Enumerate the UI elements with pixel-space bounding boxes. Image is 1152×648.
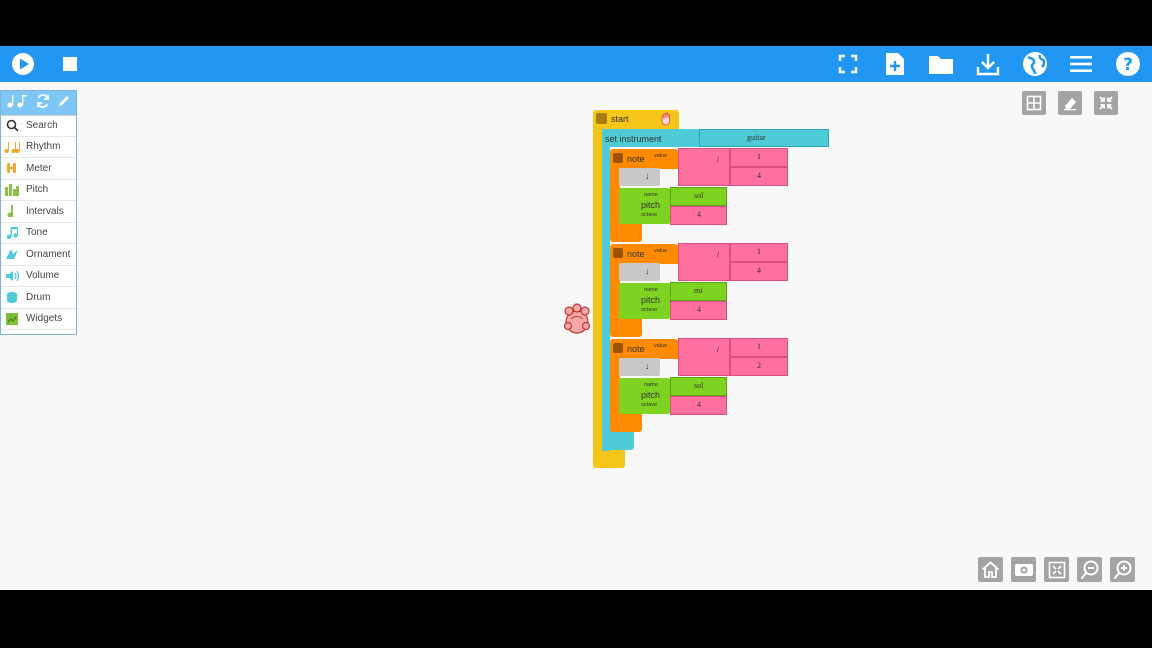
hidden-block[interactable] [619, 168, 660, 186]
play-icon[interactable] [8, 50, 38, 78]
divide-sign: / [717, 347, 719, 354]
divide-block[interactable] [678, 243, 730, 281]
name-label: name [644, 192, 658, 198]
main-toolbar: ? [0, 46, 1152, 82]
globe-icon[interactable] [1020, 50, 1050, 78]
pitch-label: pitch [641, 295, 661, 305]
octave-value: 4 [697, 400, 701, 409]
octave-value: 4 [697, 210, 701, 219]
octave-label: octave [641, 212, 658, 218]
value-label: value [654, 153, 668, 159]
denominator-value: 2 [757, 361, 761, 370]
set-instrument-label: set instrument [605, 134, 662, 144]
arrow-down-icon: ↓ [645, 361, 650, 371]
show-blocks-icon[interactable] [1011, 557, 1036, 582]
drag-handle-icon[interactable] [613, 153, 623, 163]
divide-block[interactable] [678, 338, 730, 376]
name-label: name [644, 287, 658, 293]
value-label: value [654, 343, 668, 349]
octave-label: octave [641, 307, 658, 313]
hidden-block[interactable] [619, 358, 660, 376]
zoom-in-icon[interactable] [1110, 557, 1135, 582]
note-label: note [627, 249, 645, 259]
divide-block[interactable] [678, 148, 730, 186]
start-label: start [611, 114, 629, 124]
numerator-value: 1 [757, 152, 761, 161]
name-label: name [644, 382, 658, 388]
octave-value: 4 [697, 305, 701, 314]
menu-icon[interactable] [1066, 50, 1096, 78]
divide-sign: / [717, 252, 719, 259]
pitch-name-value: mi [694, 286, 703, 295]
numerator-value: 1 [757, 342, 761, 351]
stop-icon[interactable] [55, 50, 85, 78]
note-label: note [627, 344, 645, 354]
drag-handle-icon[interactable] [596, 113, 607, 124]
collapse-blocks-icon[interactable] [1044, 557, 1069, 582]
denominator-value: 4 [757, 266, 761, 275]
denominator-value: 4 [757, 171, 761, 180]
drag-handle-icon[interactable] [613, 343, 623, 353]
home-icon[interactable] [978, 557, 1003, 582]
pitch-name-value: sol [694, 191, 704, 200]
open-folder-icon[interactable] [926, 50, 956, 78]
pitch-name-value: sol [694, 381, 704, 390]
numerator-value: 1 [757, 247, 761, 256]
zoom-out-icon[interactable] [1077, 557, 1102, 582]
help-icon[interactable]: ? [1113, 50, 1143, 78]
octave-label: octave [641, 402, 658, 408]
pitch-label: pitch [641, 390, 661, 400]
save-download-icon[interactable] [973, 50, 1003, 78]
arrow-down-icon: ↓ [645, 171, 650, 181]
note-label: note [627, 154, 645, 164]
workspace-canvas[interactable]: Search Rhythm Meter Pitch Intervals Tone Ornam… [0, 82, 1152, 590]
svg-text:?: ? [1123, 55, 1133, 75]
fullscreen-icon[interactable] [833, 50, 863, 78]
program-stack: start set instrument guitar note value /… [0, 82, 1152, 590]
app-window: ? Search Rhythm Meter Pitch Intervals Tone Orn… [0, 0, 1152, 648]
new-file-icon[interactable] [880, 50, 910, 78]
arrow-down-icon: ↓ [645, 266, 650, 276]
hidden-block[interactable] [619, 263, 660, 281]
instrument-value: guitar [747, 133, 766, 142]
value-label: value [654, 248, 668, 254]
divide-sign: / [717, 157, 719, 164]
pitch-label: pitch [641, 200, 661, 210]
drag-handle-icon[interactable] [613, 248, 623, 258]
